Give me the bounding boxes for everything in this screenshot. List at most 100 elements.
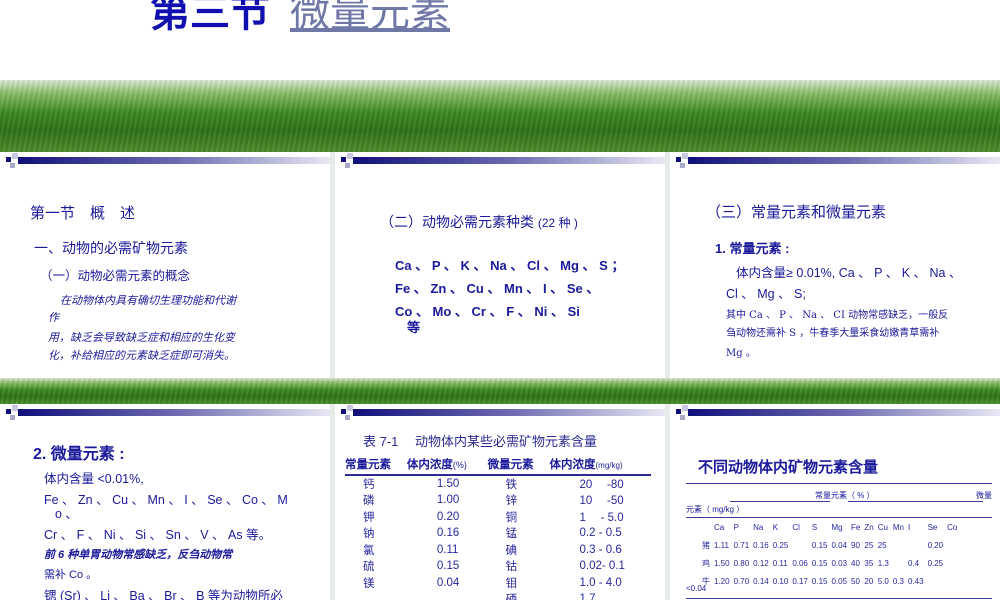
table-cell: 钾 [363,511,375,524]
heading: 一、动物的必需矿物元素 [34,240,188,256]
table-cell: 铜 [505,511,518,524]
table-cell: 1.20 [714,576,730,586]
table-rule [848,501,983,502]
subheading: （一）动物必需元素的概念 [40,269,191,283]
header-unit: (mg/kg) [595,461,623,470]
table-cell [891,536,906,554]
table-cell: 40 [851,558,860,568]
table-cell: 1.7 [579,593,596,600]
table-cell: 20 -80 [579,479,624,491]
heading: （三）常量元素和微量元素 [706,204,887,221]
table-row: 氯 0.11 碘 0.3 - 0.6 [345,542,651,559]
table-cell: 0.3 - 0.6 [579,543,622,556]
table-cell: 氯 [363,544,375,557]
table-cell: 钼 [505,577,518,590]
body-line: 锶 (Sr) 、 Li 、 Ba 、 Br 、 B 等为动物所必 [44,589,283,600]
slide-thumbnail-4[interactable]: 2. 微量元素 : 体内含量 <0.01%, Fe 、 Zn 、 Cu 、 Mn… [0,404,330,600]
table-cell: 0.03 [831,558,848,568]
table-cell: 0.4 [907,558,920,568]
column-header: Na [753,522,764,532]
table-cell: 0.70 [733,576,750,586]
table-cell: 0.20 [436,510,460,523]
table-cell: 0.16 [436,527,460,540]
column-header: 微量元素 [487,456,550,476]
heading: （二）动物必需元素种类 [380,214,534,230]
slide-thumbnail-1[interactable]: 第一节 概 述 一、动物的必需矿物元素 （一）动物必需元素的概念 在动物体内具有… [0,152,330,378]
table-cell: 0.25 [927,558,944,568]
header-unit: (%) [452,460,467,470]
table-cell: 0.02- 0.1 [579,560,625,573]
column-header: Mn [892,522,904,532]
table-cell: 20 [864,576,874,586]
header-text: 体内浓度 [549,459,596,471]
table-cell: 鸡 [702,558,710,568]
table-cell: 0.11 [436,543,459,556]
table-row: 鸡 1.50 0.80 0.12 0.11 0.06 0.15 0.03 40 35 1.3 0.4 0… [700,554,959,572]
heading: 2. 微量元素 : [33,446,125,463]
body-line: Cl 、 Mg 、 S; [726,287,806,301]
body-line: 体内含量 <0.01%, [44,472,144,486]
table-cell: 1.3 [877,558,889,568]
table-cell: 25 [877,540,887,550]
table-cell: 1.00 [436,494,460,507]
body-line: Fe 、 Zn 、 Cu 、 Mn 、 I 、 Se 、 Co 、 M [44,493,288,507]
table-cell: 10 -50 [579,495,624,508]
table-cell: 5.0 [877,576,889,586]
table-cell: 25 [864,540,874,550]
table-cell: 0.3 [892,576,904,586]
slide-thumbnail-2[interactable]: （二）动物必需元素种类 (22 种 ) Ca 、 P 、 K 、 Na 、 Cl… [335,152,665,378]
body-line: 体内含量≥ 0.01%, Ca 、 P 、 K 、 Na 、 [736,266,962,280]
note-line: Mg 。 [726,348,756,359]
table-cell: 猪 [702,540,710,550]
table-cell: 0.15 [811,540,828,550]
slide-header-decoration [670,152,1000,168]
slide-thumbnail-3[interactable]: （三）常量元素和微量元素 1. 常量元素 : 体内含量≥ 0.01%, Ca 、… [670,152,1000,378]
title-link[interactable]: 微量元素 [290,0,450,35]
table-cell: 35 [864,558,874,568]
element-line: Co 、 Mo 、 Cr 、 F 、 Ni 、 Si [395,304,580,319]
header-text: 体内浓度 [406,459,453,471]
table-cell: 0.06 [792,558,808,568]
column-header: S [811,522,818,532]
table-cell [700,518,712,536]
table-cell: 磷 [363,495,375,508]
table-cell: 0.20 [927,540,944,550]
slide-header-decoration [0,152,330,168]
table-cell: 0.10 [772,576,789,586]
section-title: 第一节 概 述 [30,205,136,222]
table-cell: 0.04 [831,540,848,550]
table-row: 牛 1.20 0.70 0.14 0.10 0.17 0.15 0.05 50 20 5.0 0.3 0… [700,572,959,590]
table-cell: 硒 [488,591,550,600]
table-cell: 1.11 [714,540,729,550]
table-cell: 0.15 [811,558,828,568]
body-line: 需补 Co 。 [44,569,98,581]
table-row: 猪 1.11 0.71 0.16 0.25 0.15 0.04 90 25 25 0.20 [700,536,959,554]
mineral-content-table: 常量元素 体内浓度(%) 微量元素 体内浓度(mg/kg) 钙 1.50 铁 20 -… [345,456,651,600]
note-line: 其中 Ca 、 P 、 Na 、 CI 动物常感缺乏，一般反 [726,310,949,321]
body-line: 化，补给相应的元素缺乏症即可消失。 [48,350,235,362]
title-bar: 第三节 微量元素 [0,0,1000,80]
body-line: Cr 、 F 、 Ni 、 Si 、 Sn 、 V 、 As 等。 [44,528,272,542]
table-cell: 0.14 [753,576,769,586]
table-cell: 0.12 [753,558,769,568]
column-header: 体内浓度(mg/kg) [549,456,651,476]
element-line: Fe 、 Zn 、 Cu 、 Mn 、 I 、 Se 、 [395,281,600,296]
slide-header-decoration [670,404,1000,420]
slide-header-decoration [0,404,330,420]
table-row: 磷 1.00 锌 10 -50 [345,492,651,509]
table-cell: 0.15 [811,576,828,586]
body-line: 前 6 种单胃动物常感缺乏，反刍动物常 [44,549,233,561]
slide-thumbnail-5[interactable]: 表 7-1 动物体内某些必需矿物元素含量 常量元素 体内浓度(%) 微量元素 体… [335,404,665,600]
slide-header-decoration [335,152,665,168]
table-cell [906,536,926,554]
slide-thumbnail-6[interactable]: 不同动物体内矿物元素含量 常量元素（ % ） 微量 元素（ mg/kg ） Ca… [670,404,1000,600]
table-cell: 0.15 [436,560,460,573]
table-caption: 表 7-1 动物体内某些必需矿物元素含量 [363,434,598,449]
table-row: 钠 0.16 锰 0.2 - 0.5 [345,525,651,542]
table-cell: 0.2 - 0.5 [579,527,622,540]
element-line: 等 [407,320,421,335]
table-cell: 0.11 [772,558,788,568]
column-header: Ca [714,522,725,532]
subheading: 1. 常量元素 : [715,241,790,256]
table-cell: 0.71 [733,540,750,550]
